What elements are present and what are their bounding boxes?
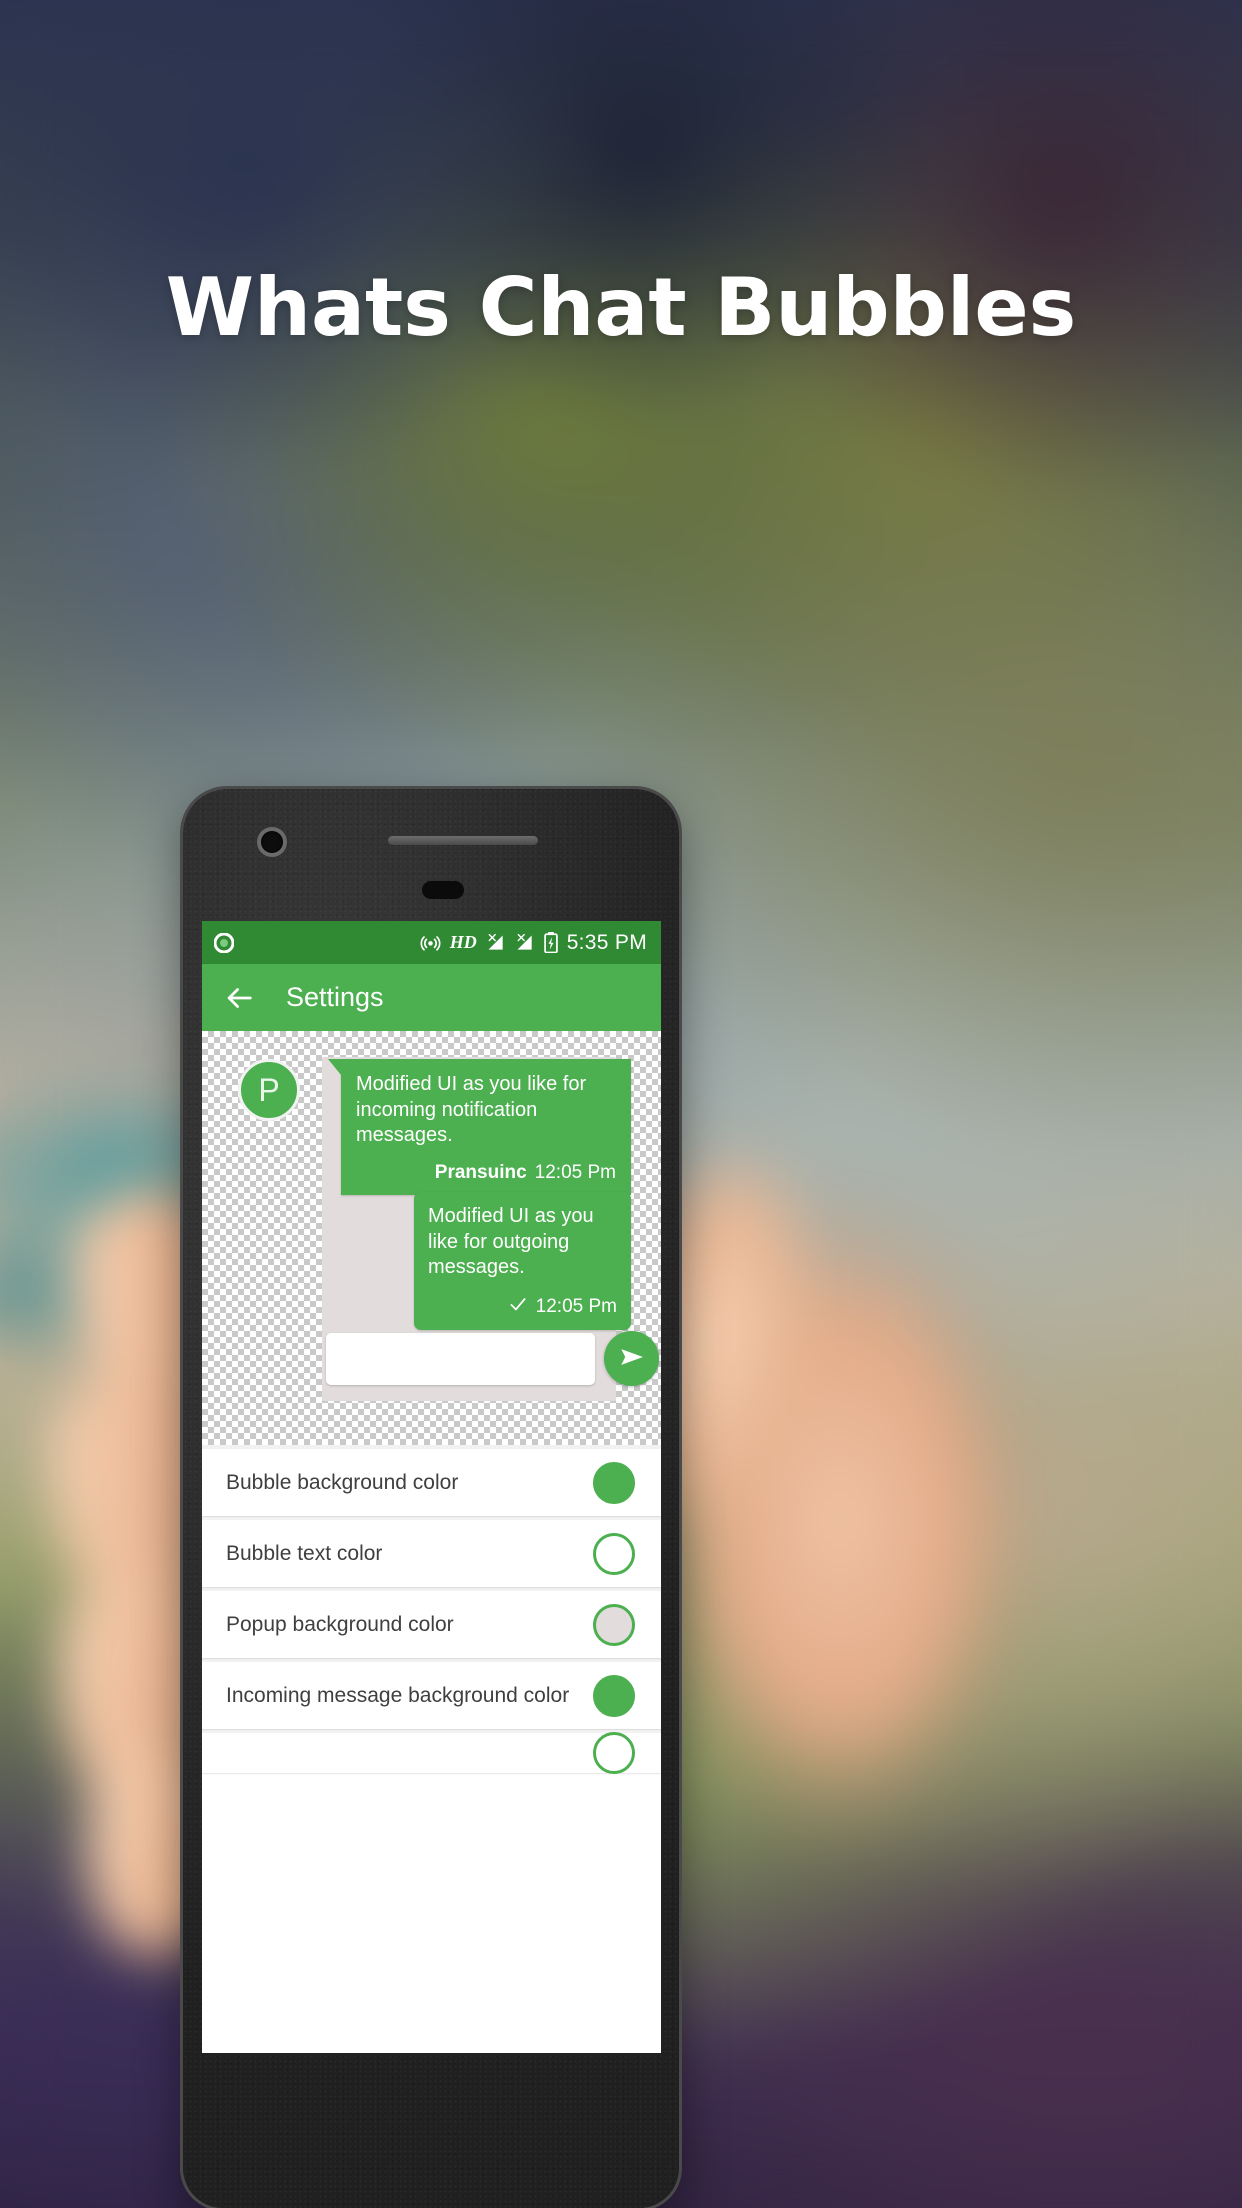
status-bar: HD 5:35 PM — [202, 921, 661, 964]
message-input[interactable] — [326, 1332, 595, 1385]
setting-row-bubble-background-color[interactable]: Bubble background color — [202, 1449, 661, 1516]
promo-headline: Whats Chat Bubbles — [165, 261, 1077, 354]
setting-label: Bubble background color — [226, 1470, 459, 1494]
bubble-preview-area: P Modified UI as you like for incoming n… — [202, 1031, 661, 1445]
incoming-message-sender: Pransuinc — [434, 1161, 527, 1183]
incoming-message-time: 12:05 Pm — [534, 1161, 616, 1183]
hotspot-icon — [420, 932, 441, 953]
phone-screen: HD 5:35 PM Settings P Modified UI as you… — [202, 921, 661, 2053]
signal-off-icon — [486, 933, 506, 953]
status-bar-time: 5:35 PM — [566, 930, 647, 954]
send-icon — [618, 1343, 646, 1374]
front-camera-icon — [261, 831, 283, 853]
message-input-row — [326, 1331, 659, 1386]
outgoing-message-meta: 12:05 Pm — [428, 1294, 617, 1320]
proximity-sensor — [422, 881, 464, 899]
settings-list: Bubble background color Bubble text colo… — [202, 1445, 661, 1774]
avatar: P — [238, 1059, 300, 1121]
setting-label: Incoming message background color — [226, 1683, 570, 1707]
color-swatch[interactable] — [593, 1461, 635, 1504]
incoming-message-meta: Pransuinc 12:05 Pm — [356, 1162, 616, 1184]
signal-off-icon — [515, 933, 535, 953]
phone-chin — [183, 2053, 679, 2208]
outgoing-message-bubble[interactable]: Modified UI as you like for outgoing mes… — [414, 1192, 631, 1330]
record-icon — [213, 932, 235, 953]
incoming-message-bubble[interactable]: Modified UI as you like for incoming not… — [328, 1059, 631, 1195]
outgoing-message-text: Modified UI as you like for outgoing mes… — [428, 1205, 594, 1279]
setting-row-bubble-text-color[interactable]: Bubble text color — [202, 1520, 661, 1587]
setting-label: Popup background color — [226, 1612, 454, 1636]
hd-label: HD — [449, 932, 477, 952]
promo-screenshot: Whats Chat Bubbles HD 5:35 PM Settings P… — [0, 0, 1242, 2208]
earpiece-speaker — [388, 836, 538, 845]
setting-row-popup-background-color[interactable]: Popup background color — [202, 1591, 661, 1658]
app-toolbar: Settings — [202, 964, 661, 1031]
battery-charging-icon — [543, 932, 558, 954]
color-swatch[interactable] — [593, 1674, 635, 1717]
setting-row-partial[interactable] — [202, 1732, 661, 1774]
phone-device: HD 5:35 PM Settings P Modified UI as you… — [183, 789, 679, 2208]
color-swatch[interactable] — [593, 1603, 635, 1646]
setting-label: Bubble text color — [226, 1541, 383, 1565]
page-title: Settings — [286, 982, 384, 1012]
send-button[interactable] — [604, 1331, 659, 1386]
incoming-message-text: Modified UI as you like for incoming not… — [356, 1073, 587, 1147]
back-arrow-icon[interactable] — [222, 981, 256, 1015]
color-swatch[interactable] — [593, 1532, 635, 1575]
color-swatch[interactable] — [593, 1732, 635, 1774]
outgoing-message-time: 12:05 Pm — [535, 1295, 617, 1317]
check-icon — [508, 1294, 528, 1320]
setting-row-incoming-message-background-color[interactable]: Incoming message background color — [202, 1662, 661, 1729]
